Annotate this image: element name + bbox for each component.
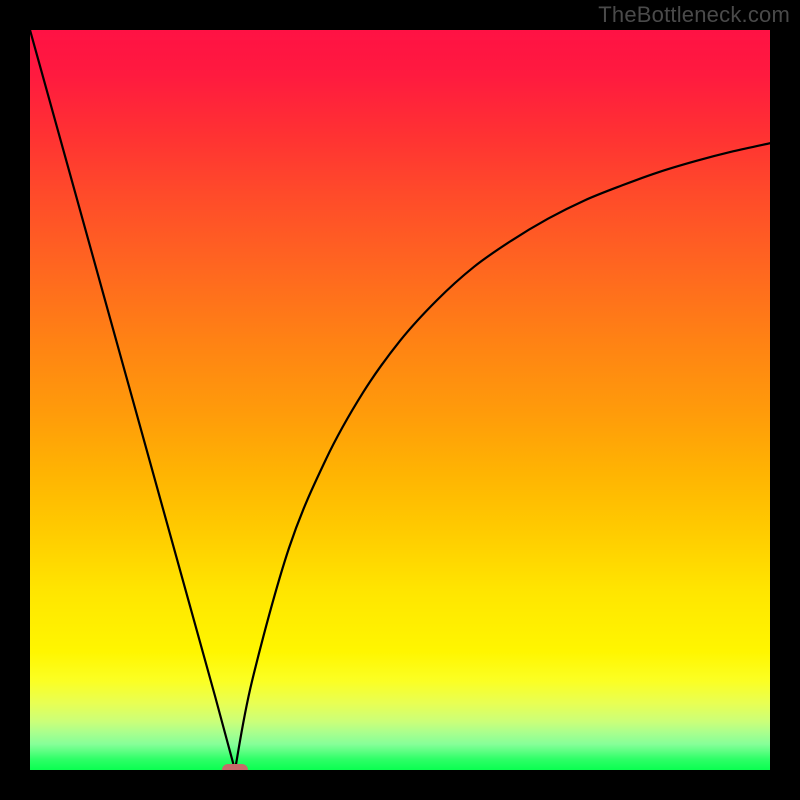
- plot-area: [30, 30, 770, 770]
- curve-path: [30, 30, 770, 770]
- min-point-marker: [222, 764, 248, 770]
- watermark-text: TheBottleneck.com: [598, 2, 790, 28]
- bottleneck-curve: [30, 30, 770, 770]
- chart-frame: TheBottleneck.com: [0, 0, 800, 800]
